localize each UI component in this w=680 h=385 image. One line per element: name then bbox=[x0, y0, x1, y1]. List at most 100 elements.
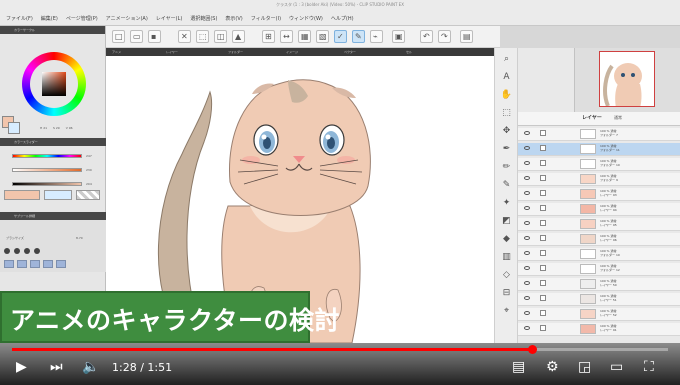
move-tool-icon[interactable]: ✥ bbox=[499, 124, 514, 139]
brush-preset[interactable] bbox=[4, 248, 10, 254]
layer-row[interactable]: 100 % 通常 フォルダー 10 bbox=[518, 248, 680, 261]
tool-preset[interactable] bbox=[17, 260, 27, 268]
layer-lock-checkbox[interactable] bbox=[540, 280, 546, 286]
tab-vector[interactable]: ベクター bbox=[344, 50, 356, 54]
tab-anime[interactable]: アニメ bbox=[112, 50, 121, 54]
visibility-icon[interactable]: ▦ bbox=[298, 30, 311, 43]
play-icon[interactable]: ▶ bbox=[16, 360, 27, 374]
layer-lock-checkbox[interactable] bbox=[540, 175, 546, 181]
airbrush-tool-icon[interactable]: ✦ bbox=[499, 196, 514, 211]
layer-lock-checkbox[interactable] bbox=[540, 325, 546, 331]
layer-lock-checkbox[interactable] bbox=[540, 205, 546, 211]
layer-row[interactable]: 100 % 通常 レイヤー 94 bbox=[518, 203, 680, 216]
eye-icon[interactable] bbox=[524, 326, 530, 330]
fullscreen-icon[interactable]: ⛶ bbox=[644, 360, 654, 374]
layer-row[interactable]: 100 % 通常 フォルダー 12 bbox=[518, 263, 680, 276]
layer-row[interactable]: 100 % 通常 フォルダー 10 bbox=[518, 158, 680, 171]
color-wheel[interactable] bbox=[22, 52, 86, 116]
theater-mode-icon[interactable]: ▭ bbox=[610, 360, 623, 374]
eye-icon[interactable] bbox=[524, 146, 530, 150]
volume-icon[interactable]: 🔈 bbox=[82, 360, 99, 374]
menu-filter[interactable]: フィルター(I) bbox=[251, 15, 281, 22]
gradient-tool-icon[interactable]: ▥ bbox=[499, 250, 514, 265]
redo-icon[interactable]: ↷ bbox=[438, 30, 451, 43]
miniplayer-icon[interactable]: ◲ bbox=[578, 360, 591, 374]
tool-preset[interactable] bbox=[4, 260, 14, 268]
layer-row[interactable]: 100 % 通常 レイヤー 50 bbox=[518, 278, 680, 291]
eye-icon[interactable] bbox=[524, 251, 530, 255]
eye-icon[interactable] bbox=[524, 206, 530, 210]
brush-preset[interactable] bbox=[34, 248, 40, 254]
eye-icon[interactable] bbox=[524, 131, 530, 135]
layer-row[interactable]: 100 % 通常 レイヤー 96 bbox=[518, 233, 680, 246]
eye-icon[interactable] bbox=[524, 191, 530, 195]
transparent-color[interactable] bbox=[76, 190, 100, 200]
brush-tool-icon[interactable]: ✎ bbox=[499, 178, 514, 193]
brush-size-value[interactable]: 8.70 bbox=[76, 236, 83, 240]
transform-icon[interactable]: ⬚ bbox=[196, 30, 209, 43]
progress-bar[interactable] bbox=[12, 345, 668, 354]
eye-icon[interactable] bbox=[524, 221, 530, 225]
progress-scrubber[interactable] bbox=[528, 345, 538, 354]
ruler-icon[interactable]: ⊞ bbox=[262, 30, 275, 43]
layer-lock-checkbox[interactable] bbox=[540, 190, 546, 196]
layer-lock-checkbox[interactable] bbox=[540, 160, 546, 166]
cursor-icon[interactable]: ▲ bbox=[232, 30, 245, 43]
tool-preset[interactable] bbox=[30, 260, 40, 268]
tab-layer[interactable]: レイヤー bbox=[166, 50, 178, 54]
fill-tool-icon[interactable]: ◆ bbox=[499, 232, 514, 247]
new-file-icon[interactable]: □ bbox=[112, 30, 125, 43]
eye-icon[interactable] bbox=[524, 161, 530, 165]
eye-icon[interactable] bbox=[524, 311, 530, 315]
layer-row[interactable]: 100 % 通常 レイヤー 93 bbox=[518, 188, 680, 201]
tab-cel[interactable]: セル bbox=[406, 50, 412, 54]
layer-lock-checkbox[interactable] bbox=[540, 145, 546, 151]
eye-icon[interactable] bbox=[524, 296, 530, 300]
shape-tool-icon[interactable]: ◇ bbox=[499, 268, 514, 283]
menu-file[interactable]: ファイル(F) bbox=[6, 15, 33, 22]
tab-folder[interactable]: フォルダー bbox=[228, 50, 243, 54]
layer-row[interactable]: 100 % 通常 フォルダー 9 bbox=[518, 173, 680, 186]
eyedropper-tool-icon[interactable]: ⌖ bbox=[499, 304, 514, 319]
layer-row[interactable]: 100 % 通常 レイヤー 51 bbox=[518, 293, 680, 306]
ruler-tool-icon[interactable]: ⊟ bbox=[499, 286, 514, 301]
layer-lock-checkbox[interactable] bbox=[540, 235, 546, 241]
menu-window[interactable]: ウィンドウ(W) bbox=[289, 15, 323, 22]
navigator-thumbnail[interactable] bbox=[599, 51, 655, 107]
open-icon[interactable]: ▭ bbox=[130, 30, 143, 43]
menu-help[interactable]: ヘルプ(H) bbox=[331, 15, 354, 22]
saturation-slider[interactable] bbox=[12, 168, 82, 172]
eye-icon[interactable] bbox=[524, 176, 530, 180]
brush-icon[interactable]: ✎ bbox=[352, 30, 365, 43]
pencil-tool-icon[interactable]: ✏ bbox=[499, 160, 514, 175]
layer-row[interactable]: 100 % 通常 レイヤー 52 bbox=[518, 308, 680, 321]
fill-icon[interactable]: ▧ bbox=[316, 30, 329, 43]
color-icon[interactable]: ▣ bbox=[392, 30, 405, 43]
layer-lock-checkbox[interactable] bbox=[540, 130, 546, 136]
eye-icon[interactable] bbox=[524, 236, 530, 240]
clear-icon[interactable]: ✕ bbox=[178, 30, 191, 43]
menu-page[interactable]: ページ管理(P) bbox=[66, 15, 98, 22]
brush-preset[interactable] bbox=[14, 248, 20, 254]
layer-lock-checkbox[interactable] bbox=[540, 250, 546, 256]
eraser-tool-icon[interactable]: ◩ bbox=[499, 214, 514, 229]
eraser-icon[interactable]: ⌁ bbox=[370, 30, 383, 43]
menu-view[interactable]: 表示(V) bbox=[225, 15, 242, 22]
subtitles-icon[interactable]: ▤ bbox=[512, 360, 525, 374]
menu-selection[interactable]: 選択範囲(S) bbox=[190, 15, 217, 22]
hand-tool-icon[interactable]: ✋ bbox=[499, 88, 514, 103]
move-icon[interactable]: ↔ bbox=[280, 30, 293, 43]
layer-lock-checkbox[interactable] bbox=[540, 310, 546, 316]
layer-row[interactable]: 100 % 通常 レイヤー 95 bbox=[518, 218, 680, 231]
select-icon[interactable]: ◫ bbox=[214, 30, 227, 43]
layer-lock-checkbox[interactable] bbox=[540, 295, 546, 301]
save-icon[interactable]: ▪ bbox=[148, 30, 161, 43]
saturation-value-square[interactable] bbox=[42, 72, 66, 96]
color-history-main[interactable] bbox=[4, 190, 40, 200]
menu-edit[interactable]: 編集(E) bbox=[41, 15, 58, 22]
sub-color-swatch[interactable] bbox=[8, 122, 20, 134]
pen-tool-icon[interactable]: ✒ bbox=[499, 142, 514, 157]
layer-lock-checkbox[interactable] bbox=[540, 265, 546, 271]
blend-mode-select[interactable]: 通常 bbox=[614, 115, 622, 121]
zoom-icon[interactable]: ▤ bbox=[460, 30, 473, 43]
